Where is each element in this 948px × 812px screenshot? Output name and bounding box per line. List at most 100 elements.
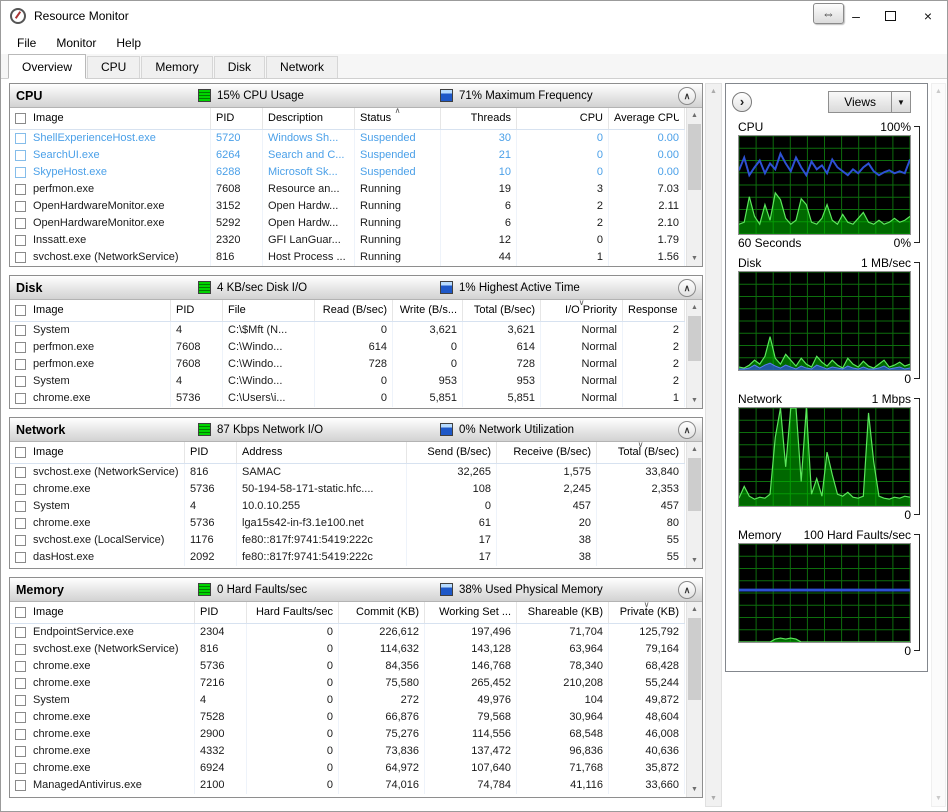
collapse-button[interactable]: ∧	[678, 421, 696, 439]
scroll-up-arrow[interactable]: ▲	[687, 300, 702, 315]
scrollbar-thumb[interactable]	[688, 458, 701, 511]
column-header[interactable]: CPU	[517, 108, 609, 129]
column-header[interactable]: Private (KB)∨	[609, 602, 685, 623]
select-all-checkbox[interactable]	[15, 305, 26, 316]
column-header[interactable]: Receive (B/sec)	[497, 442, 597, 463]
row-checkbox[interactable]	[15, 235, 26, 246]
tab-cpu[interactable]: CPU	[87, 56, 140, 78]
column-header[interactable]: I/O Priority∨	[541, 300, 623, 321]
scroll-up-arrow[interactable]: ▲	[687, 442, 702, 457]
column-header[interactable]: Description	[263, 108, 355, 129]
column-header[interactable]: Send (B/sec)	[407, 442, 497, 463]
select-all-checkbox[interactable]	[15, 447, 26, 458]
table-row[interactable]: perfmon.exe7608C:\Windo...7280728Normal2	[10, 356, 685, 373]
table-row[interactable]: svchost.exe (NetworkService)816SAMAC32,2…	[10, 464, 685, 481]
column-header[interactable]: Average CPU	[609, 108, 685, 129]
expand-pane-button[interactable]: ›	[732, 92, 752, 112]
column-header[interactable]: Status∧	[355, 108, 441, 129]
scroll-up-arrow[interactable]: ▲	[687, 602, 702, 617]
table-scrollbar[interactable]: ▲▼	[686, 442, 702, 568]
column-header[interactable]: Working Set ...	[425, 602, 517, 623]
tab-network[interactable]: Network	[266, 56, 338, 78]
row-checkbox[interactable]	[15, 627, 26, 638]
table-row[interactable]: ShellExperienceHost.exe5720Windows Sh...…	[10, 130, 685, 147]
table-scrollbar[interactable]: ▲▼	[686, 300, 702, 408]
menu-file[interactable]: File	[7, 36, 46, 50]
scroll-up-arrow[interactable]: ▲	[932, 84, 945, 99]
row-checkbox[interactable]	[15, 393, 26, 404]
table-row[interactable]: SearchUI.exe6264Search and C...Suspended…	[10, 147, 685, 164]
column-header[interactable]: Write (B/s...	[393, 300, 463, 321]
table-row[interactable]: ManagedAntivirus.exe2100074,01674,78441,…	[10, 777, 685, 794]
graphs-scrollbar[interactable]: ▲ ▼	[931, 83, 946, 807]
network-section-header[interactable]: Network 87 Kbps Network I/O 0% Network U…	[10, 418, 702, 442]
memory-section-header[interactable]: Memory 0 Hard Faults/sec 38% Used Physic…	[10, 578, 702, 602]
row-checkbox[interactable]	[15, 484, 26, 495]
menu-monitor[interactable]: Monitor	[46, 36, 106, 50]
table-row[interactable]: perfmon.exe7608Resource an...Running1937…	[10, 181, 685, 198]
row-checkbox[interactable]	[15, 780, 26, 791]
column-header[interactable]: Image	[10, 442, 185, 463]
table-row[interactable]: EndpointService.exe23040226,612197,49671…	[10, 624, 685, 641]
table-row[interactable]: OpenHardwareMonitor.exe3152Open Hardw...…	[10, 198, 685, 215]
scrollbar-thumb[interactable]	[688, 618, 701, 700]
column-header[interactable]: Commit (KB)	[339, 602, 425, 623]
row-checkbox[interactable]	[15, 133, 26, 144]
column-header[interactable]: Read (B/sec)	[315, 300, 393, 321]
scroll-down-arrow[interactable]: ▼	[687, 553, 702, 568]
collapse-button[interactable]: ∧	[678, 87, 696, 105]
row-checkbox[interactable]	[15, 678, 26, 689]
table-row[interactable]: dasHost.exe2092fe80::817f:9741:5419:222c…	[10, 549, 685, 566]
tab-overview[interactable]: Overview	[8, 54, 86, 79]
column-header[interactable]: PID	[195, 602, 247, 623]
row-checkbox[interactable]	[15, 552, 26, 563]
row-checkbox[interactable]	[15, 218, 26, 229]
column-header[interactable]: Threads	[441, 108, 517, 129]
table-row[interactable]: System410.0.10.2550457457	[10, 498, 685, 515]
scroll-up-arrow[interactable]: ▲	[687, 108, 702, 123]
main-scrollbar[interactable]: ▲ ▼	[705, 83, 722, 807]
table-row[interactable]: System4027249,97610449,872	[10, 692, 685, 709]
column-header[interactable]: Total (B/sec)	[463, 300, 541, 321]
row-checkbox[interactable]	[15, 150, 26, 161]
scroll-down-arrow[interactable]: ▼	[687, 251, 702, 266]
maximize-button[interactable]	[871, 2, 909, 30]
table-row[interactable]: chrome.exe6924064,972107,64071,76835,872	[10, 760, 685, 777]
column-header[interactable]: Shareable (KB)	[517, 602, 609, 623]
views-dropdown-arrow[interactable]: ▼	[891, 92, 910, 112]
menu-help[interactable]: Help	[106, 36, 151, 50]
row-checkbox[interactable]	[15, 518, 26, 529]
table-row[interactable]: System4C:\Windo...0953953Normal2	[10, 373, 685, 390]
row-checkbox[interactable]	[15, 201, 26, 212]
scroll-down-arrow[interactable]: ▼	[687, 782, 702, 797]
table-row[interactable]: svchost.exe (LocalService)1176fe80::817f…	[10, 532, 685, 549]
row-checkbox[interactable]	[15, 644, 26, 655]
scroll-down-arrow[interactable]: ▼	[706, 791, 721, 806]
table-row[interactable]: chrome.exe7216075,580265,452210,20855,24…	[10, 675, 685, 692]
column-header[interactable]: Image	[10, 108, 211, 129]
column-header[interactable]: Response ...	[623, 300, 685, 321]
row-checkbox[interactable]	[15, 252, 26, 263]
table-row[interactable]: System4C:\$Mft (N...03,6213,621Normal2	[10, 322, 685, 339]
column-header[interactable]: Total (B/sec)∨	[597, 442, 685, 463]
table-row[interactable]: chrome.exe5736C:\Users\i...05,8515,851No…	[10, 390, 685, 407]
column-header[interactable]: PID	[171, 300, 223, 321]
table-row[interactable]: chrome.exe2900075,276114,55668,54846,008	[10, 726, 685, 743]
column-header[interactable]: File	[223, 300, 315, 321]
table-row[interactable]: perfmon.exe7608C:\Windo...6140614Normal2	[10, 339, 685, 356]
row-checkbox[interactable]	[15, 695, 26, 706]
table-row[interactable]: chrome.exe573650-194-58-171-static.hfc..…	[10, 481, 685, 498]
scroll-down-arrow[interactable]: ▼	[687, 393, 702, 408]
row-checkbox[interactable]	[15, 359, 26, 370]
row-checkbox[interactable]	[15, 746, 26, 757]
tab-memory[interactable]: Memory	[141, 56, 212, 78]
column-header[interactable]: PID	[185, 442, 237, 463]
column-header[interactable]: Image	[10, 300, 171, 321]
row-checkbox[interactable]	[15, 501, 26, 512]
scroll-up-arrow[interactable]: ▲	[706, 84, 721, 99]
minimize-button[interactable]: –	[841, 2, 871, 30]
row-checkbox[interactable]	[15, 342, 26, 353]
row-checkbox[interactable]	[15, 325, 26, 336]
column-header[interactable]: Hard Faults/sec	[247, 602, 339, 623]
tab-disk[interactable]: Disk	[214, 56, 265, 78]
